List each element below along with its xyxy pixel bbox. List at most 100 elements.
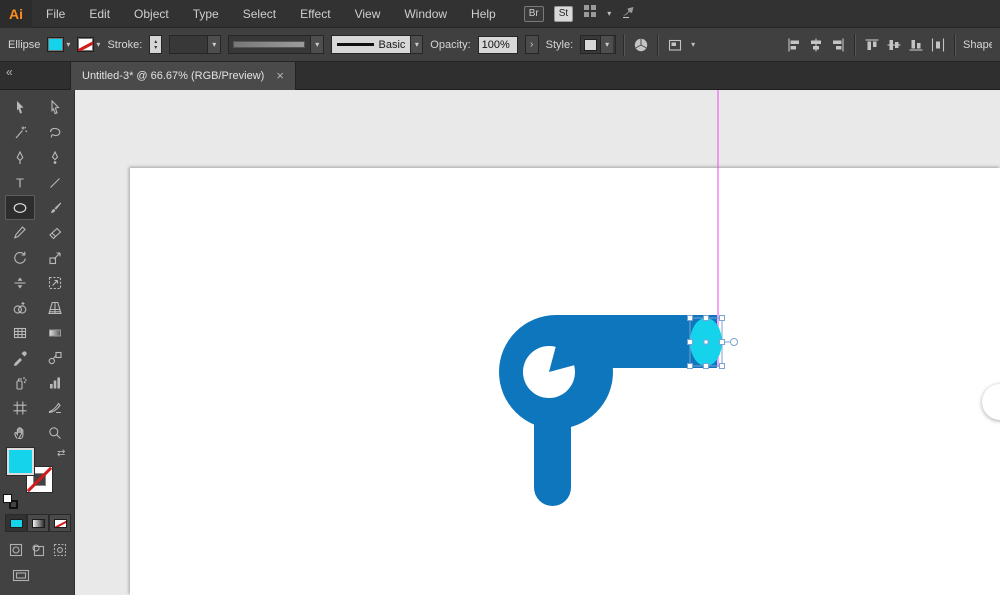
canvas-area[interactable]	[75, 90, 1000, 595]
gpu-performance-icon[interactable]	[621, 3, 637, 24]
draw-inside-button[interactable]	[52, 542, 68, 558]
stroke-color-picker[interactable]: ▾	[77, 37, 100, 52]
rotate-tool[interactable]	[5, 245, 35, 270]
close-icon[interactable]: ×	[276, 69, 284, 82]
shape-panel-label[interactable]: Shape	[963, 39, 992, 51]
free-transform-tool[interactable]	[40, 270, 70, 295]
recolor-artwork-icon[interactable]	[632, 36, 650, 54]
align-right-button[interactable]	[829, 36, 847, 54]
selection-handle-se[interactable]	[719, 363, 725, 369]
pen-tool[interactable]	[5, 145, 35, 170]
stock-button[interactable]: St	[553, 5, 574, 22]
distribute-horizontal-button[interactable]	[929, 36, 947, 54]
menu-view[interactable]: View	[355, 7, 381, 21]
selection-handle-ne[interactable]	[719, 315, 725, 321]
svg-text:T: T	[16, 175, 24, 190]
opacity-input[interactable]: 100%	[477, 35, 518, 54]
menu-object[interactable]: Object	[134, 7, 169, 21]
width-tool[interactable]	[5, 270, 35, 295]
workspace-grid-icon[interactable]	[583, 4, 597, 23]
selection-handle-sw[interactable]	[687, 363, 693, 369]
align-bottom-button[interactable]	[907, 36, 925, 54]
stroke-swatch-none[interactable]	[77, 37, 95, 52]
menu-effect[interactable]: Effect	[300, 7, 330, 21]
zoom-tool[interactable]	[40, 420, 70, 445]
artboard-tool[interactable]	[5, 395, 35, 420]
none-button[interactable]	[49, 514, 71, 532]
selection-tool[interactable]	[5, 95, 35, 120]
menu-help[interactable]: Help	[471, 7, 496, 21]
default-fill-stroke-icon[interactable]	[3, 494, 19, 510]
stroke-weight-stepper[interactable]: ▴ ▾	[149, 35, 163, 54]
menu-window[interactable]: Window	[404, 7, 447, 21]
direct-selection-tool[interactable]	[40, 95, 70, 120]
bridge-button[interactable]: Br	[523, 5, 544, 22]
eyedropper-tool[interactable]	[5, 345, 35, 370]
chevron-down-icon: ▾	[96, 40, 101, 49]
screen-mode-button[interactable]	[12, 568, 30, 589]
brush-definition-dropdown[interactable]: Basic ▾	[331, 35, 424, 54]
eraser-tool[interactable]	[40, 220, 70, 245]
blend-tool[interactable]	[40, 345, 70, 370]
align-to-artboard-icon[interactable]	[666, 36, 684, 54]
shape-builder-tool[interactable]	[5, 295, 35, 320]
mesh-tool[interactable]	[5, 320, 35, 345]
object-center-point[interactable]	[703, 339, 709, 345]
graphic-style-dropdown[interactable]: ▾	[580, 35, 617, 54]
stroke-weight-dropdown[interactable]: ▾	[169, 35, 222, 54]
stepper-down-icon[interactable]: ▾	[154, 45, 157, 51]
align-middle-button[interactable]	[885, 36, 903, 54]
app-logo[interactable]: Ai	[0, 0, 32, 28]
draw-normal-button[interactable]	[8, 542, 24, 558]
curvature-tool[interactable]	[40, 145, 70, 170]
selection-handle-nw[interactable]	[687, 315, 693, 321]
blue-shape[interactable]	[499, 315, 717, 506]
chevron-down-icon[interactable]: ▾	[600, 36, 614, 53]
chevron-down-icon[interactable]: ▾	[691, 40, 695, 49]
live-shape-widget-handle[interactable]	[730, 338, 738, 346]
fill-swatch[interactable]	[47, 37, 65, 52]
align-top-button[interactable]	[863, 36, 881, 54]
symbol-sprayer-tool[interactable]	[5, 370, 35, 395]
menu-type[interactable]: Type	[193, 7, 219, 21]
fill-color-box[interactable]	[7, 448, 34, 475]
pencil-tool[interactable]	[5, 220, 35, 245]
line-segment-tool[interactable]	[40, 170, 70, 195]
align-left-button[interactable]	[785, 36, 803, 54]
menu-select[interactable]: Select	[243, 7, 276, 21]
paintbrush-tool[interactable]	[40, 195, 70, 220]
ellipse-tool[interactable]	[4, 195, 35, 220]
slice-tool[interactable]	[40, 395, 70, 420]
drawing-mode-buttons	[8, 542, 68, 558]
toolbar-collapse-icon[interactable]: «	[6, 65, 13, 79]
selection-handle-s[interactable]	[703, 363, 709, 369]
align-center-button[interactable]	[807, 36, 825, 54]
document-tab[interactable]: Untitled-3* @ 66.67% (RGB/Preview) ×	[70, 62, 296, 90]
chevron-down-icon[interactable]: ▾	[207, 36, 221, 53]
gradient-tool[interactable]	[40, 320, 70, 345]
menu-file[interactable]: File	[46, 7, 65, 21]
lasso-tool[interactable]	[40, 120, 70, 145]
hand-tool[interactable]	[5, 420, 35, 445]
chevron-down-icon[interactable]: ▾	[410, 36, 423, 53]
menu-edit[interactable]: Edit	[89, 7, 110, 21]
scale-tool[interactable]	[40, 245, 70, 270]
fill-color-picker[interactable]: ▾	[47, 37, 70, 52]
swap-fill-stroke-icon[interactable]: ⇄	[57, 448, 65, 459]
gradient-button[interactable]	[27, 514, 49, 532]
chevron-down-icon[interactable]: ▾	[310, 36, 324, 53]
selection-handle-w[interactable]	[687, 339, 693, 345]
chevron-down-icon[interactable]: ▾	[607, 9, 611, 18]
perspective-grid-tool[interactable]	[40, 295, 70, 320]
selection-handle-n[interactable]	[703, 315, 709, 321]
type-tool[interactable]: T	[5, 170, 35, 195]
magic-wand-tool[interactable]	[5, 120, 35, 145]
width-profile-dropdown[interactable]: ▾	[228, 35, 325, 54]
selection-handle-e[interactable]	[719, 339, 725, 345]
opacity-options-button[interactable]: ›	[524, 35, 539, 54]
draw-behind-button[interactable]	[30, 542, 46, 558]
opacity-label: Opacity:	[430, 38, 471, 51]
color-button[interactable]	[5, 514, 27, 532]
brush-stroke-preview	[337, 43, 374, 46]
column-graph-tool[interactable]	[40, 370, 70, 395]
